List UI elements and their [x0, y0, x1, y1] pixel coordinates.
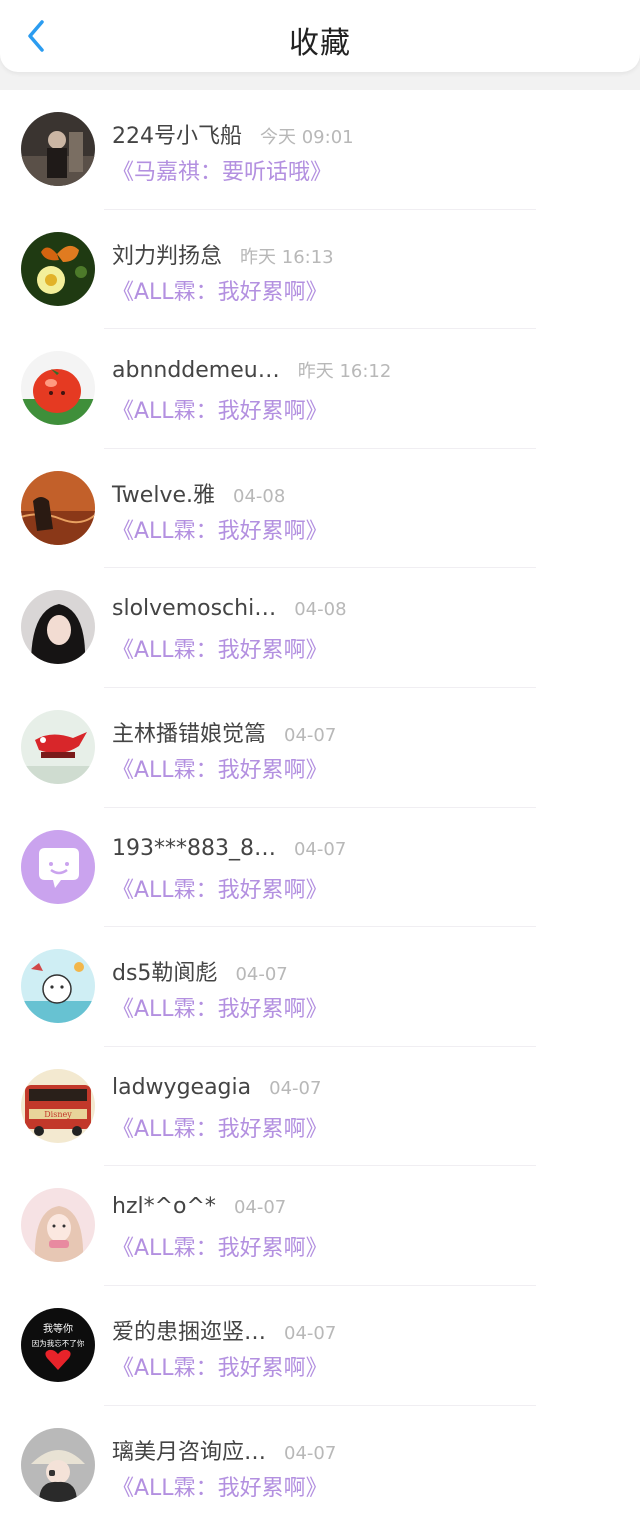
- avatar-image: [21, 351, 95, 426]
- name-line: hzl*^o^* 04-07: [112, 1194, 286, 1224]
- user-name[interactable]: 224号小飞船: [112, 118, 242, 150]
- favorite-title[interactable]: 《ALL霖：我好累啊》: [112, 1230, 328, 1262]
- page-title: 收藏: [289, 26, 351, 61]
- name-line: ladwygeagia 04-07: [112, 1075, 321, 1105]
- favorite-row[interactable]: 璃美月咨询应… 04-07 《ALL霖：我好累啊》: [0, 1406, 640, 1514]
- avatar-text: 我等你: [43, 1322, 73, 1335]
- timestamp: 04-07: [284, 724, 337, 746]
- avatar[interactable]: Disney: [21, 1068, 95, 1143]
- name-line: ds5勒阆彪 04-07: [112, 955, 288, 987]
- name-line: 主林播错娘觉篙 04-07: [112, 716, 337, 748]
- top-bar: 收藏: [0, 0, 640, 72]
- avatar-image: Disney: [21, 1068, 95, 1143]
- avatar[interactable]: [21, 351, 95, 426]
- favorite-title[interactable]: 《ALL霖：我好累啊》: [112, 393, 328, 425]
- avatar[interactable]: 我等你因为我忘不了你: [21, 1307, 95, 1382]
- favorites-page: 收藏 224号小飞船 今天 09:01 《马嘉祺：要听话哦》 刘力判扬怠 昨天 16:1…: [0, 0, 640, 1514]
- user-name[interactable]: 193***883_8…: [112, 836, 276, 861]
- avatar-image: [21, 1188, 95, 1263]
- timestamp: 04-07: [293, 838, 347, 860]
- favorite-title[interactable]: 《ALL霖：我好累啊》: [112, 513, 328, 545]
- timestamp: 今天 09:01: [260, 127, 354, 148]
- user-name[interactable]: slolvemoschi…: [112, 596, 276, 621]
- favorite-title[interactable]: 《ALL霖：我好累啊》: [112, 632, 328, 664]
- avatar-image: 我等你因为我忘不了你: [21, 1307, 95, 1382]
- avatar-image: [21, 949, 95, 1024]
- avatar[interactable]: [21, 231, 95, 306]
- avatar[interactable]: [21, 1188, 95, 1263]
- avatar[interactable]: [21, 1427, 95, 1502]
- name-line: 刘力判扬怠 昨天 16:13: [112, 238, 334, 270]
- timestamp: 昨天 16:12: [297, 361, 392, 383]
- favorite-title[interactable]: 《ALL霖：我好累啊》: [112, 872, 328, 904]
- timestamp: 04-08: [294, 599, 347, 621]
- user-name[interactable]: hzl*^o^*: [112, 1194, 216, 1219]
- user-name[interactable]: 爱的患捆迩竖…: [112, 1314, 266, 1346]
- favorite-title[interactable]: 《ALL霖：我好累啊》: [112, 991, 328, 1023]
- name-line: 璃美月咨询应… 04-07: [112, 1434, 337, 1466]
- favorite-row[interactable]: Twelve.雅 04-08 《ALL霖：我好累啊》: [0, 449, 640, 569]
- name-line: Twelve.雅 04-08: [112, 477, 286, 509]
- avatar-text: 因为我忘不了你: [32, 1338, 85, 1348]
- avatar-image: [21, 829, 95, 904]
- favorite-row[interactable]: 我等你 因为我忘不了你 爱的患捆迩竖… 04-07 《ALL霖：我好累啊》: [0, 1286, 640, 1406]
- timestamp: 04-07: [235, 964, 288, 986]
- favorite-row[interactable]: slolvemoschi… 04-08 《ALL霖：我好累啊》: [0, 568, 640, 688]
- favorite-title[interactable]: 《ALL霖：我好累啊》: [112, 752, 328, 784]
- user-name[interactable]: abnnddemeu…: [112, 358, 280, 383]
- avatar-image: [21, 112, 95, 186]
- avatar[interactable]: [21, 949, 95, 1024]
- user-name[interactable]: 璃美月咨询应…: [112, 1434, 266, 1466]
- name-line: 224号小飞船 今天 09:01: [112, 118, 354, 150]
- avatar[interactable]: [21, 112, 95, 186]
- favorites-list: 224号小飞船 今天 09:01 《马嘉祺：要听话哦》 刘力判扬怠 昨天 16:13 《A…: [0, 90, 640, 1514]
- timestamp: 04-07: [269, 1077, 322, 1099]
- timestamp: 昨天 16:13: [240, 246, 334, 268]
- avatar[interactable]: [21, 470, 95, 545]
- name-line: slolvemoschi… 04-08: [112, 596, 347, 626]
- timestamp: 04-07: [284, 1322, 337, 1344]
- avatar-image: [21, 1427, 95, 1502]
- favorite-title[interactable]: 《ALL霖：我好累啊》: [112, 1350, 328, 1382]
- favorite-title[interactable]: 《马嘉祺：要听话哦》: [112, 154, 332, 186]
- favorite-row[interactable]: hzl*^o^* 04-07 《ALL霖：我好累啊》: [0, 1166, 640, 1286]
- favorite-title[interactable]: 《ALL霖：我好累啊》: [112, 1111, 328, 1143]
- user-name[interactable]: ds5勒阆彪: [112, 955, 217, 987]
- avatar[interactable]: [21, 829, 95, 904]
- timestamp: 04-08: [233, 485, 286, 507]
- timestamp: 04-07: [233, 1197, 287, 1219]
- avatar-image: [21, 470, 95, 545]
- name-line: abnnddemeu… 昨天 16:12: [112, 357, 391, 387]
- favorite-title[interactable]: 《ALL霖：我好累啊》: [112, 1470, 328, 1502]
- avatar-image: [21, 231, 95, 306]
- favorite-row[interactable]: 刘力判扬怠 昨天 16:13 《ALL霖：我好累啊》: [0, 210, 640, 330]
- avatar[interactable]: [21, 709, 95, 784]
- avatar[interactable]: [21, 590, 95, 665]
- name-line: 193***883_8… 04-07: [112, 836, 346, 866]
- timestamp: 04-07: [284, 1442, 337, 1464]
- favorite-row[interactable]: 193***883_8… 04-07 《ALL霖：我好累啊》: [0, 808, 640, 928]
- user-name[interactable]: 刘力判扬怠: [112, 238, 222, 270]
- avatar-image: [21, 709, 95, 784]
- favorite-row[interactable]: 224号小飞船 今天 09:01 《马嘉祺：要听话哦》: [0, 90, 640, 210]
- favorite-row[interactable]: 主林播错娘觉篙 04-07 《ALL霖：我好累啊》: [0, 688, 640, 808]
- name-line: 爱的患捆迩竖… 04-07: [112, 1314, 337, 1346]
- user-name[interactable]: ladwygeagia: [112, 1075, 251, 1100]
- user-name[interactable]: 主林播错娘觉篙: [112, 716, 266, 748]
- favorite-title[interactable]: 《ALL霖：我好累啊》: [112, 274, 328, 306]
- favorite-row[interactable]: ds5勒阆彪 04-07 《ALL霖：我好累啊》: [0, 927, 640, 1047]
- avatar-image: [21, 590, 95, 665]
- svg-text:Disney: Disney: [44, 1110, 72, 1119]
- favorite-row[interactable]: Disney ladwygeagia 04-07 《ALL霖：我好累啊》: [0, 1047, 640, 1167]
- favorite-row[interactable]: abnnddemeu… 昨天 16:12 《ALL霖：我好累啊》: [0, 329, 640, 449]
- user-name[interactable]: Twelve.雅: [112, 477, 215, 509]
